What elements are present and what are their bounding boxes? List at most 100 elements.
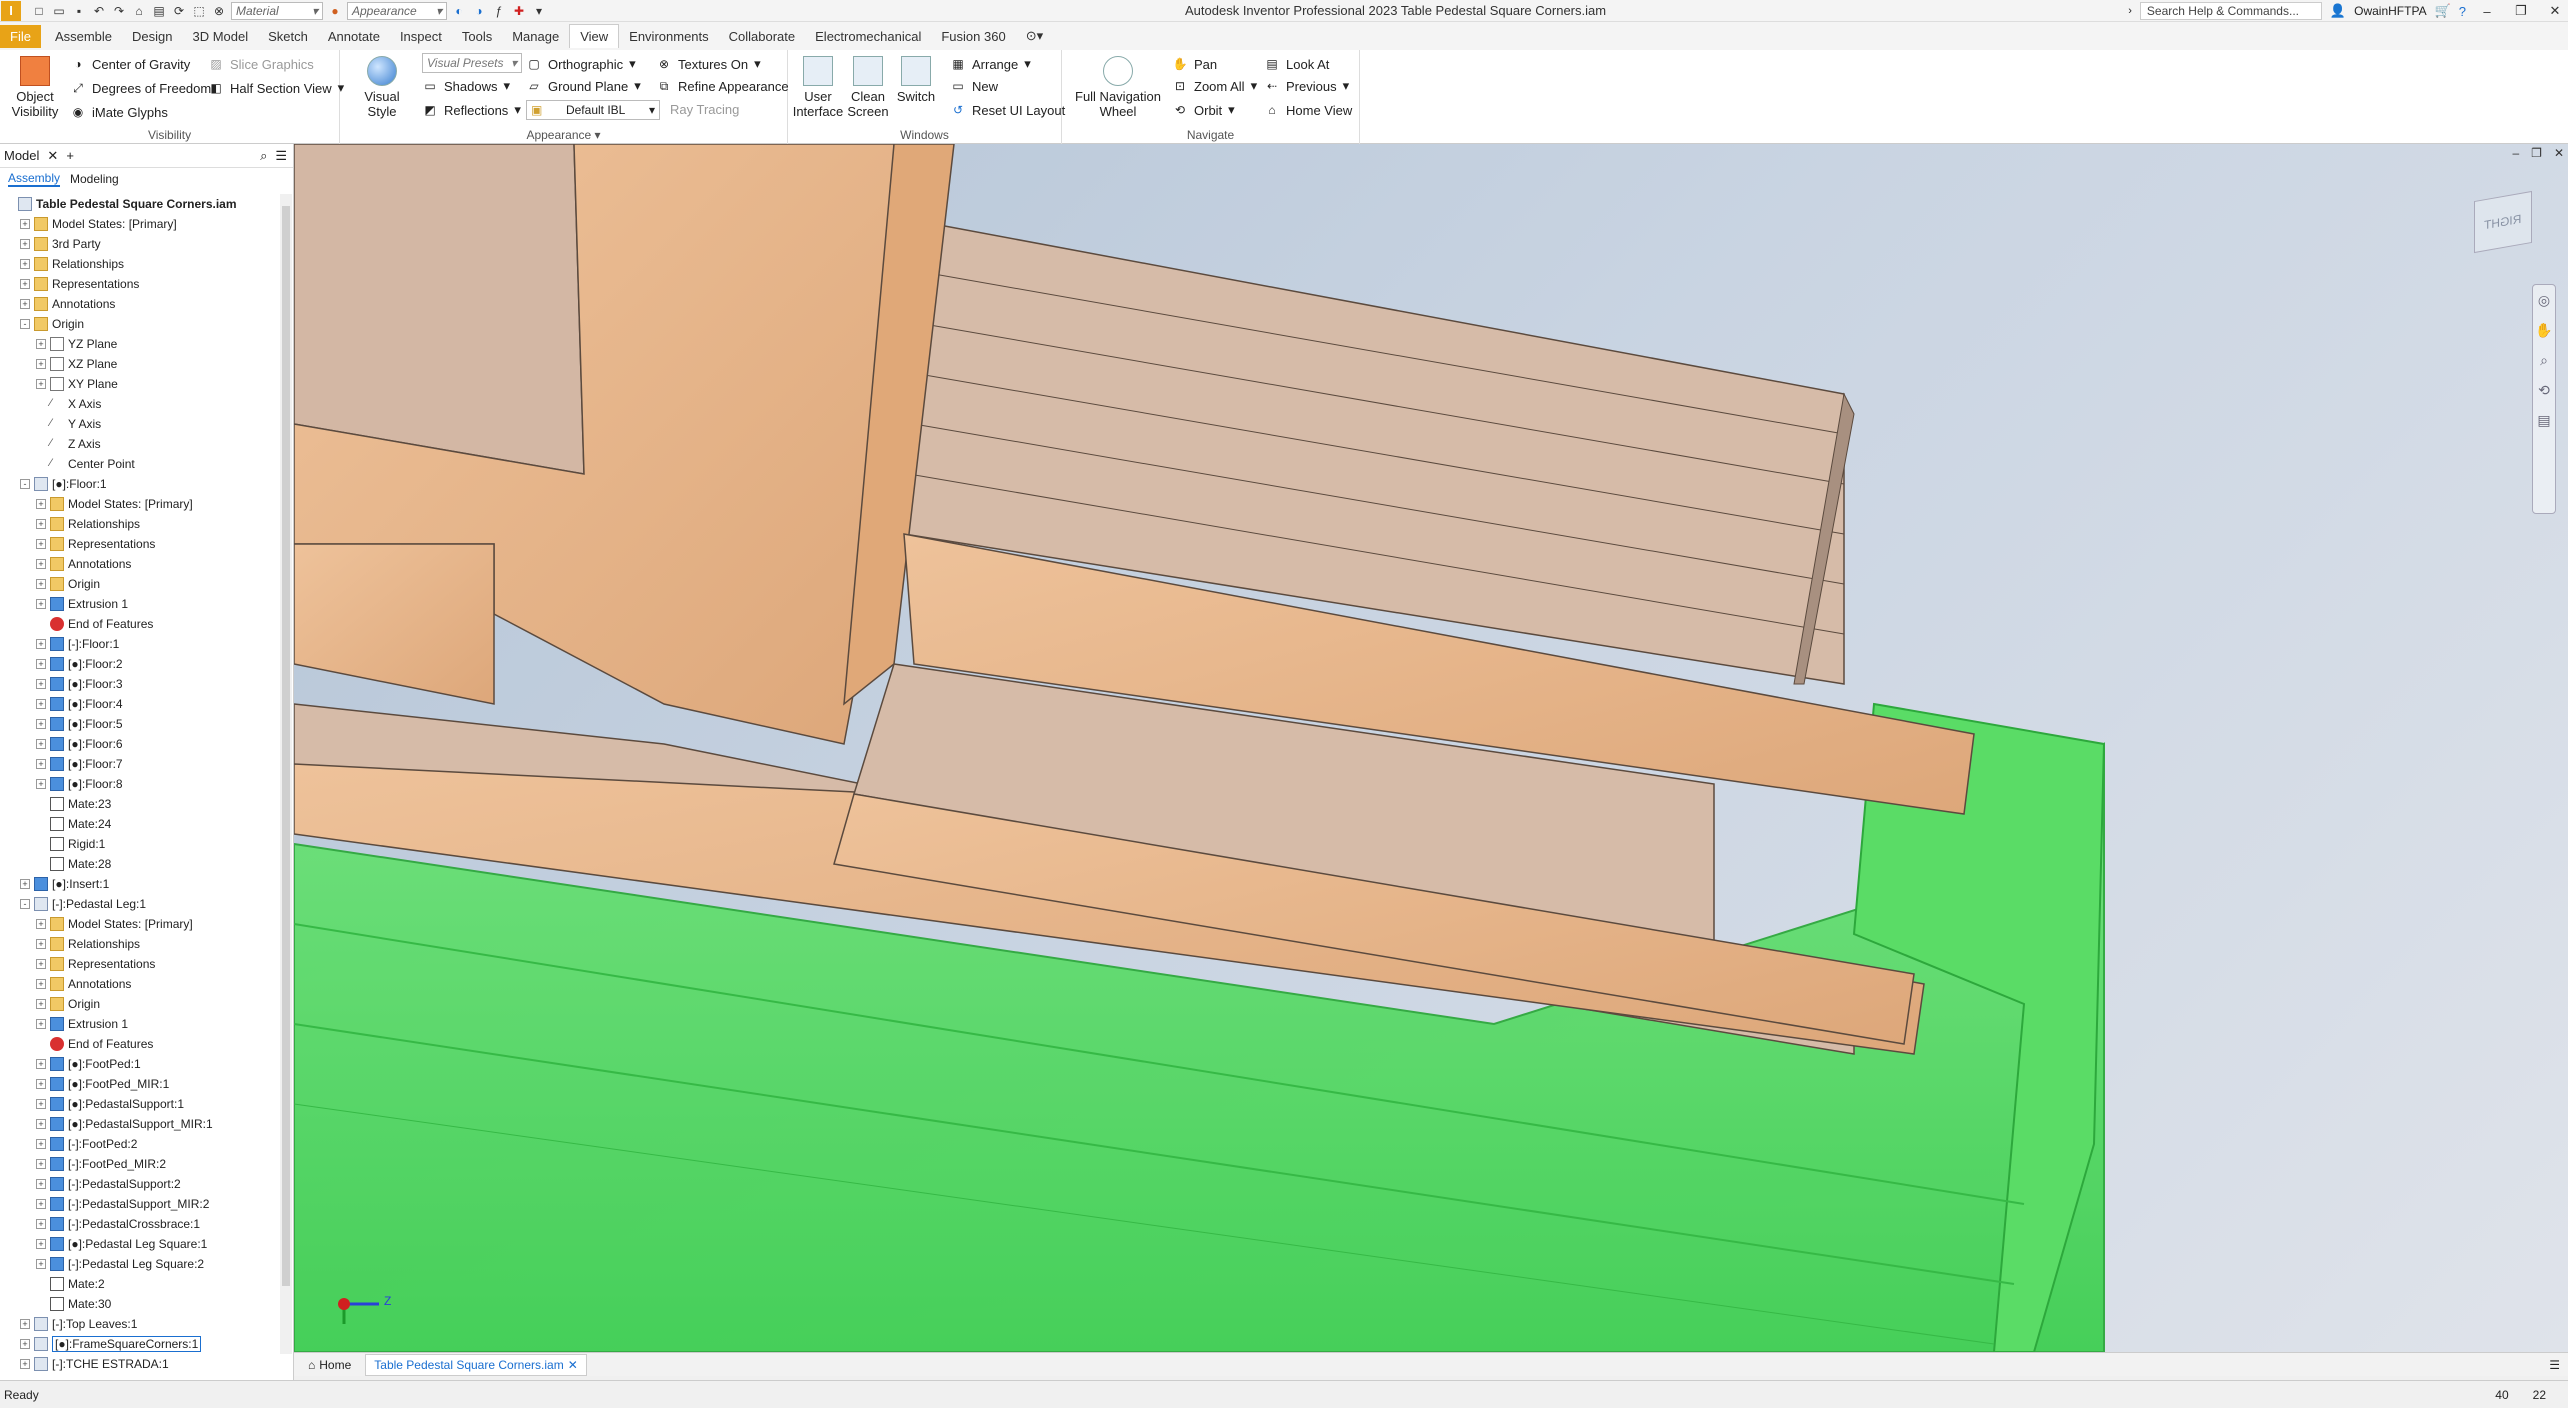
tree-item[interactable]: + [●]:PedastalSupport_MIR:1 — [0, 1114, 280, 1134]
steering-wheel-icon[interactable]: ◎ — [2533, 285, 2555, 315]
imate-glyphs-button[interactable]: ◉ iMate Glyphs — [70, 104, 168, 120]
tree-item[interactable]: Mate:2 — [0, 1274, 280, 1294]
tree-item[interactable]: Mate:28 — [0, 854, 280, 874]
expand-icon[interactable]: + — [36, 1079, 46, 1089]
tree-item[interactable]: + Relationships — [0, 254, 280, 274]
tree-item[interactable]: + Extrusion 1 — [0, 594, 280, 614]
minimize-icon[interactable]: – — [2512, 146, 2519, 160]
subtab-assembly[interactable]: Assembly — [8, 171, 61, 187]
tree-item[interactable]: - Origin — [0, 314, 280, 334]
expand-icon[interactable]: + — [20, 219, 30, 229]
tree-item[interactable]: + Origin — [0, 994, 280, 1014]
tree-item[interactable]: - [●]:Floor:1 — [0, 474, 280, 494]
slice-graphics-button[interactable]: ▨ Slice Graphics — [208, 56, 313, 72]
expand-icon[interactable]: + — [36, 1199, 46, 1209]
expand-icon[interactable]: + — [20, 299, 30, 309]
collapse-icon[interactable]: - — [20, 319, 30, 329]
user-interface-button[interactable]: User Interface — [792, 56, 844, 119]
ground-plane-button[interactable]: ▱ Ground Plane ▾ — [526, 78, 640, 94]
look-at-button[interactable]: ▤ Look At — [1264, 56, 1329, 72]
restore-icon[interactable]: ❐ — [2531, 146, 2542, 160]
tab-electromechanical[interactable]: Electromechanical — [805, 25, 931, 48]
tree-item[interactable]: + Relationships — [0, 514, 280, 534]
tab-inspect[interactable]: Inspect — [390, 25, 452, 48]
tree-item[interactable]: End of Features — [0, 1034, 280, 1054]
appearance-panel-title[interactable]: Appearance ▾ — [340, 128, 787, 142]
expand-icon[interactable]: + — [36, 639, 46, 649]
tree-item[interactable]: + [●]:Floor:2 — [0, 654, 280, 674]
add-browser-tab-icon[interactable]: + — [66, 148, 74, 163]
tree-item[interactable]: - [-]:Pedastal Leg:1 — [0, 894, 280, 914]
minimize-icon[interactable]: – — [2474, 4, 2500, 19]
select-icon[interactable]: ⬚ — [191, 3, 207, 19]
tab-3d-model[interactable]: 3D Model — [183, 25, 259, 48]
fx-icon[interactable]: ƒ — [491, 3, 507, 19]
orbit-button[interactable]: ⟲ Orbit ▾ — [1172, 102, 1235, 118]
ribbon-options-icon[interactable]: ⊙▾ — [1016, 24, 1053, 48]
tab-view[interactable]: View — [569, 24, 620, 48]
restore-icon[interactable]: ❐ — [2508, 3, 2534, 19]
expand-icon[interactable]: + — [36, 1059, 46, 1069]
tab-collaborate[interactable]: Collaborate — [719, 25, 806, 48]
expand-icon[interactable]: + — [20, 1359, 30, 1369]
add-icon[interactable]: ✚ — [511, 3, 527, 19]
expand-icon[interactable]: + — [36, 679, 46, 689]
material-combo[interactable]: Material ▾ — [231, 1, 323, 20]
browser-scrollbar-thumb[interactable] — [282, 206, 290, 1286]
expand-icon[interactable]: + — [20, 1319, 30, 1329]
expand-icon[interactable]: + — [36, 659, 46, 669]
tree-item[interactable]: + [●]:Insert:1 — [0, 874, 280, 894]
tree-item[interactable]: + [●]:FootPed:1 — [0, 1054, 280, 1074]
tree-item[interactable]: + XY Plane — [0, 374, 280, 394]
tab-sketch[interactable]: Sketch — [258, 25, 318, 48]
shadows-button[interactable]: ▭ Shadows ▾ — [422, 78, 510, 94]
tree-item[interactable]: + Origin — [0, 574, 280, 594]
expand-icon[interactable]: + — [20, 259, 30, 269]
expand-icon[interactable]: + — [20, 879, 30, 889]
tree-item[interactable]: + [●]:FootPed_MIR:1 — [0, 1074, 280, 1094]
orbit-icon[interactable]: ⟲ — [2533, 375, 2555, 405]
close-icon[interactable]: ✕ — [47, 148, 58, 164]
new-icon[interactable]: □ — [31, 3, 47, 19]
tree-item[interactable]: Mate:24 — [0, 814, 280, 834]
tree-item[interactable]: + [●]:Floor:7 — [0, 754, 280, 774]
degrees-of-freedom-button[interactable]: ⤢ Degrees of Freedom — [70, 80, 211, 96]
switch-button[interactable]: Switch — [894, 56, 938, 104]
tree-item[interactable]: + Model States: [Primary] — [0, 214, 280, 234]
tab-manage[interactable]: Manage — [502, 25, 569, 48]
expand-icon[interactable]: + — [36, 1139, 46, 1149]
tree-item[interactable]: + [●]:FrameSquareCorners:1 — [0, 1334, 280, 1354]
orthographic-button[interactable]: ▢ Orthographic ▾ — [526, 56, 635, 72]
expand-icon[interactable]: + — [36, 1019, 46, 1029]
expand-icon[interactable]: + — [36, 999, 46, 1009]
tree-item[interactable]: Rigid:1 — [0, 834, 280, 854]
graphics-viewport[interactable]: Z RIGHT – ❐ ✕ ◎ ✋ ⌕ ⟲ ▤ — [294, 144, 2568, 1352]
subtab-modeling[interactable]: Modeling — [70, 172, 119, 186]
home-view-button[interactable]: ⌂ Home View — [1264, 102, 1352, 118]
expand-icon[interactable]: + — [36, 359, 46, 369]
open-icon[interactable]: ▭ — [51, 3, 67, 19]
tab-annotate[interactable]: Annotate — [318, 25, 390, 48]
tree-item[interactable]: + [●]:Floor:6 — [0, 734, 280, 754]
browser-scrollbar[interactable] — [280, 194, 292, 1354]
expand-icon[interactable]: + — [36, 719, 46, 729]
color-override-icon[interactable]: ◐ — [451, 3, 467, 19]
redo-icon[interactable]: ↷ — [111, 3, 127, 19]
customize-icon[interactable]: ▾ — [531, 3, 547, 19]
expand-icon[interactable]: + — [36, 499, 46, 509]
tab-environments[interactable]: Environments — [619, 25, 718, 48]
reflections-button[interactable]: ◩ Reflections ▾ — [422, 102, 521, 118]
tree-item[interactable]: + [●]:Floor:4 — [0, 694, 280, 714]
tree-item[interactable]: + YZ Plane — [0, 334, 280, 354]
clean-screen-button[interactable]: Clean Screen — [844, 56, 892, 119]
tab-design[interactable]: Design — [122, 25, 182, 48]
tree-item[interactable]: End of Features — [0, 614, 280, 634]
expand-icon[interactable]: + — [20, 279, 30, 289]
tree-item[interactable]: + Annotations — [0, 554, 280, 574]
menu-icon[interactable]: ☰ — [2549, 1358, 2560, 1372]
user-name[interactable]: OwainHFTPA — [2354, 4, 2426, 18]
tree-item[interactable]: + Representations — [0, 534, 280, 554]
tree-item[interactable]: + [-]:FootPed_MIR:2 — [0, 1154, 280, 1174]
full-navigation-wheel-button[interactable]: Full Navigation Wheel — [1066, 56, 1170, 119]
tree-item[interactable]: + [●]:Floor:8 — [0, 774, 280, 794]
